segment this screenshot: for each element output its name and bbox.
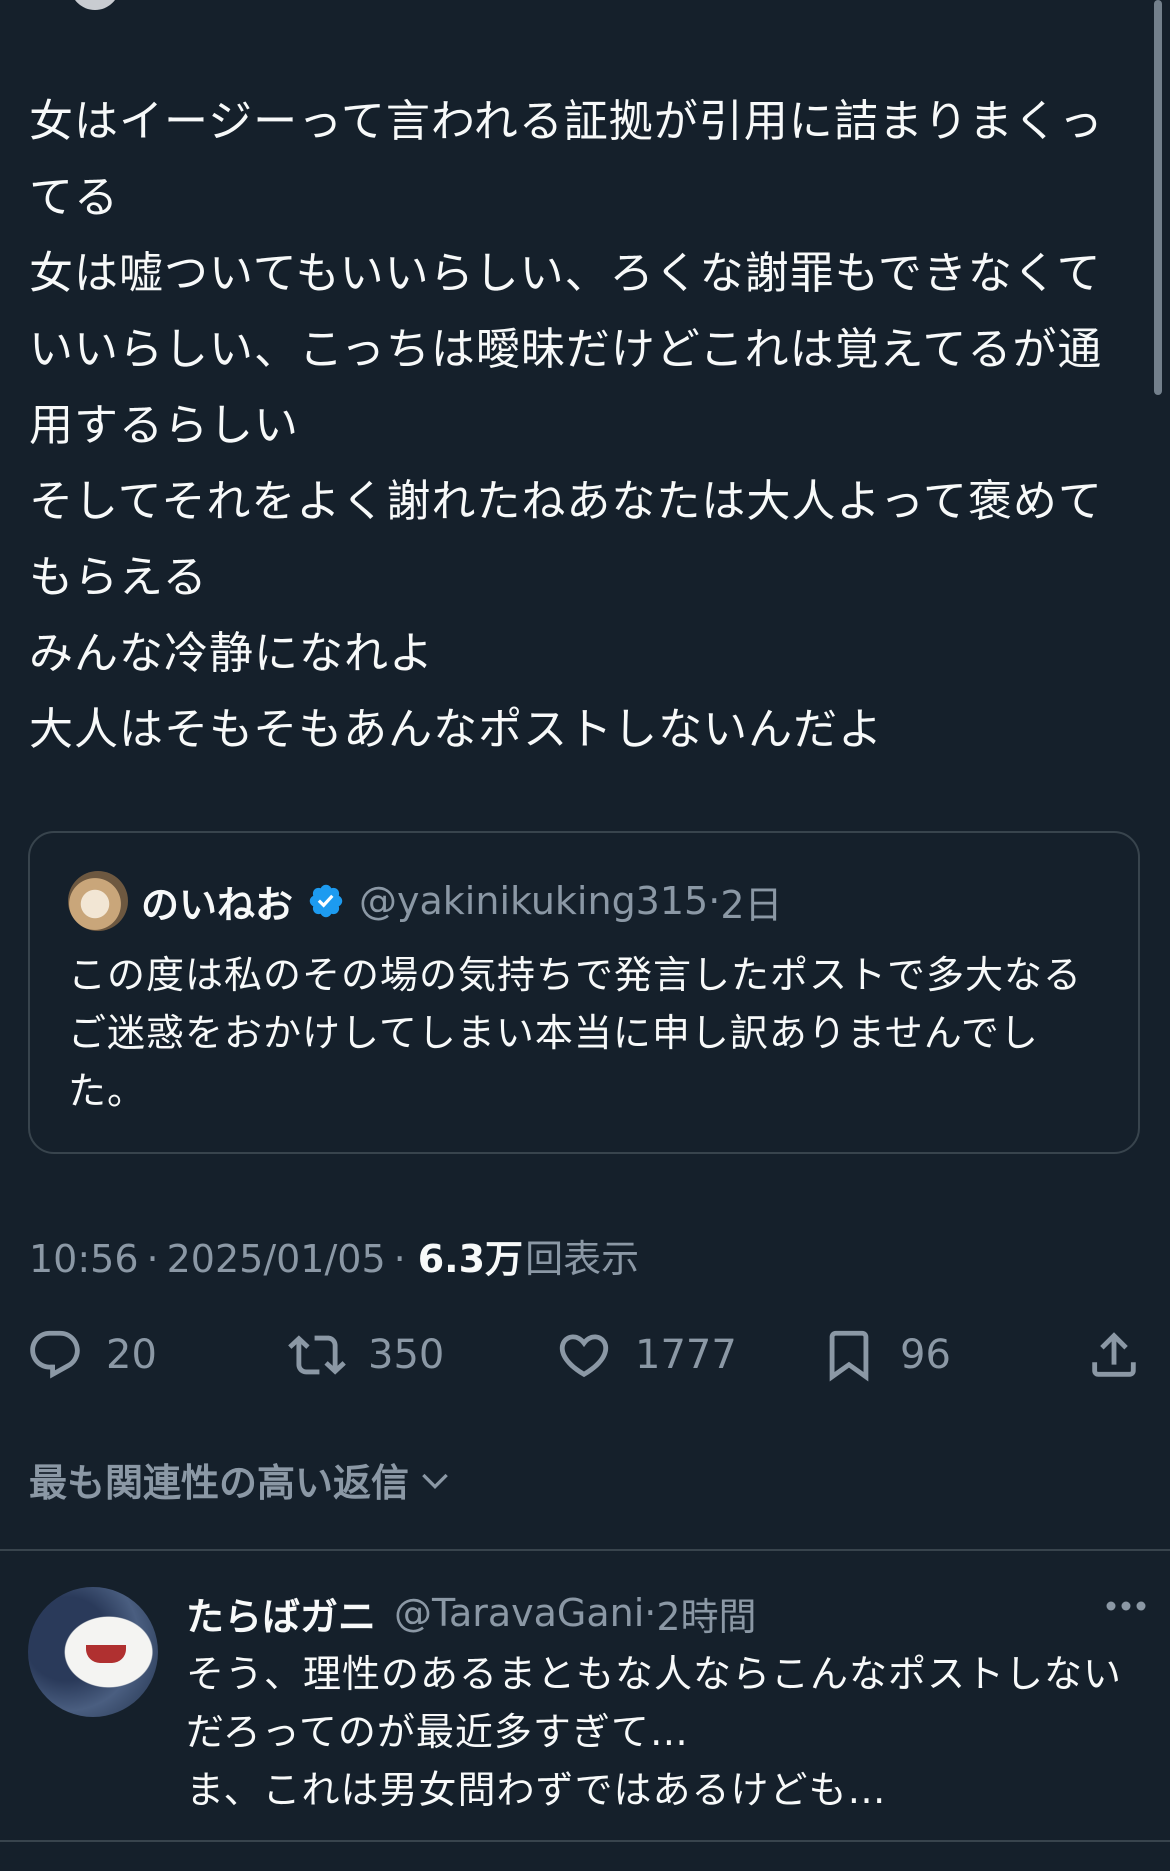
like-count: 1777	[635, 1332, 737, 1378]
repost-count: 350	[368, 1332, 445, 1378]
like-button[interactable]: 1777	[555, 1320, 737, 1390]
reply-time: 2時間	[656, 1594, 757, 1639]
reply-item[interactable]: たらばガニ @TaravaGani · 2時間 そう、理性のあるまともな人ならこ…	[0, 1551, 1170, 1841]
author-avatar[interactable]	[70, 0, 120, 10]
share-icon	[1092, 1332, 1136, 1377]
quoted-post-card[interactable]: のいねお @yakinikuking315 · 2日 この度は私のその場の気持ち…	[28, 831, 1140, 1154]
reply-author-handle[interactable]: @TaravaGani	[394, 1591, 644, 1635]
divider	[0, 1840, 1170, 1842]
reply-icon	[30, 1330, 80, 1379]
quoted-author-avatar[interactable]	[68, 871, 128, 931]
views-label[interactable]: 回表示	[525, 1228, 639, 1283]
post-time: 10:56	[29, 1237, 139, 1281]
bookmark-icon	[829, 1330, 869, 1382]
meta-separator: ·	[146, 1237, 159, 1281]
reply-text: そう、理性のあるまともな人ならこんなポストしないだろってのが最近多すぎて… ま、…	[186, 1652, 1123, 1812]
post-text: 女はイージーって言われる証拠が引用に詰まりまくってる 女は嘘ついてもいいらしい、…	[29, 96, 1104, 755]
views-count[interactable]: 6.3万	[418, 1228, 523, 1283]
quoted-author-name[interactable]: のいねお	[141, 874, 293, 929]
repost-icon	[288, 1335, 346, 1375]
reply-author-name[interactable]: たらばガニ	[186, 1586, 376, 1641]
heart-icon	[559, 1334, 609, 1378]
reply-sort-dropdown[interactable]: 最も関連性の高い返信	[29, 1452, 455, 1507]
quoted-post-text: この度は私のその場の気持ちで発言したポストで多大なるご迷惑をおかけしてしまい本当…	[68, 953, 1083, 1113]
post-meta: 10:56 · 2025/01/05 · 6.3万 回表示	[29, 1228, 639, 1283]
reply-author-avatar[interactable]	[28, 1587, 158, 1717]
bookmark-count: 96	[900, 1332, 951, 1378]
share-button[interactable]	[1085, 1320, 1143, 1390]
post-date: 2025/01/05	[166, 1237, 386, 1281]
repost-button[interactable]: 350	[288, 1320, 444, 1390]
more-options-icon[interactable]	[1104, 1599, 1148, 1613]
quoted-post-header: のいねお @yakinikuking315 · 2日	[141, 871, 783, 931]
meta-separator: ·	[393, 1237, 406, 1281]
quoted-post-time: 2日	[720, 882, 783, 927]
quoted-separator: ·	[708, 879, 721, 923]
scrollbar[interactable]	[1154, 0, 1162, 395]
quoted-author-handle[interactable]: @yakinikuking315	[359, 879, 708, 923]
reply-header: たらばガニ @TaravaGani · 2時間	[186, 1583, 757, 1643]
post-actions: 20 350 1777 96	[0, 1320, 1170, 1390]
reply-button[interactable]: 20	[26, 1320, 157, 1390]
reply-sort-label: 最も関連性の高い返信	[29, 1461, 410, 1505]
chevron-down-icon	[422, 1473, 448, 1489]
bookmark-button[interactable]: 96	[820, 1320, 951, 1390]
verified-badge-icon	[309, 884, 343, 918]
reply-separator: ·	[644, 1591, 657, 1635]
reply-count: 20	[106, 1332, 157, 1378]
